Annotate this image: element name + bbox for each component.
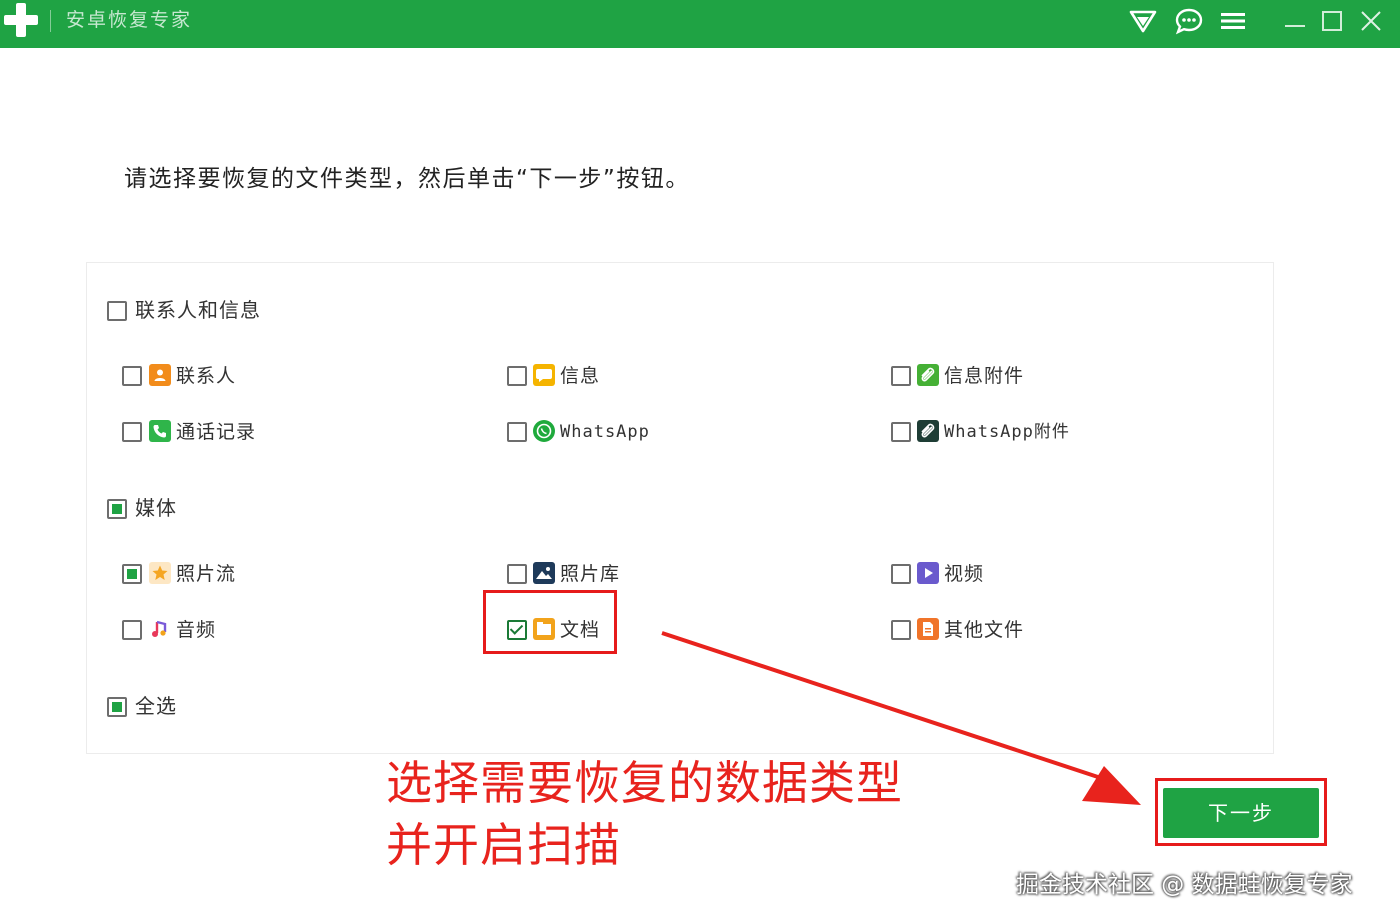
maximize-icon[interactable] <box>1317 6 1347 36</box>
audio-checkbox[interactable] <box>122 620 142 640</box>
other-files-label: 其他文件 <box>944 619 1025 641</box>
other-files-checkbox[interactable] <box>891 620 911 640</box>
file-type-panel <box>86 262 1274 754</box>
gallery-label: 照片库 <box>560 563 621 585</box>
attachment-icon <box>917 364 939 386</box>
message-attachments-label: 信息附件 <box>944 365 1025 387</box>
gallery-checkbox[interactable] <box>507 564 527 584</box>
phone-icon <box>149 420 171 442</box>
next-step-button[interactable]: 下一步 <box>1163 788 1319 838</box>
group-contacts-messages-label: 联系人和信息 <box>135 298 261 322</box>
chat-icon[interactable] <box>1174 6 1204 36</box>
audio-icon <box>149 618 171 640</box>
contact-icon <box>149 364 171 386</box>
contacts-checkbox[interactable] <box>122 366 142 386</box>
whatsapp-attachment-icon <box>917 420 939 442</box>
photostream-label: 照片流 <box>176 563 237 585</box>
menu-icon[interactable] <box>1218 6 1248 36</box>
annotation-line-1: 选择需要恢复的数据类型 <box>386 756 903 810</box>
select-all-label: 全选 <box>135 694 177 718</box>
whatsapp-attachments-label: WhatsApp附件 <box>944 422 1070 442</box>
title-separator <box>50 10 51 32</box>
whatsapp-icon <box>533 420 555 442</box>
close-icon[interactable] <box>1356 6 1386 36</box>
file-icon <box>917 618 939 640</box>
photostream-icon <box>149 562 171 584</box>
whatsapp-checkbox[interactable] <box>507 422 527 442</box>
message-icon <box>533 364 555 386</box>
message-attachments-checkbox[interactable] <box>891 366 911 386</box>
documents-highlight-box <box>483 590 617 654</box>
gallery-icon <box>533 562 555 584</box>
watermark-text: 掘金技术社区 @ 数据蛙恢复专家 <box>1016 872 1353 898</box>
app-title: 安卓恢复专家 <box>66 9 193 31</box>
contacts-label: 联系人 <box>176 365 237 387</box>
annotation-text: 选择需要恢复的数据类型 并开启扫描 <box>386 752 903 876</box>
group-media-checkbox[interactable] <box>107 499 127 519</box>
call-log-label: 通话记录 <box>176 421 257 443</box>
audio-label: 音频 <box>176 619 217 641</box>
messages-label: 信息 <box>560 365 601 387</box>
app-logo-icon <box>4 3 38 37</box>
whatsapp-label: WhatsApp <box>560 422 650 442</box>
video-label: 视频 <box>944 563 985 585</box>
group-contacts-messages-checkbox[interactable] <box>107 301 127 321</box>
shield-icon[interactable] <box>1128 6 1158 36</box>
whatsapp-attachments-checkbox[interactable] <box>891 422 911 442</box>
messages-checkbox[interactable] <box>507 366 527 386</box>
call-log-checkbox[interactable] <box>122 422 142 442</box>
group-media-label: 媒体 <box>135 496 177 520</box>
title-bar: 安卓恢复专家 <box>0 0 1400 48</box>
video-checkbox[interactable] <box>891 564 911 584</box>
select-all-checkbox[interactable] <box>107 697 127 717</box>
instruction-text: 请选择要恢复的文件类型，然后单击“下一步”按钮。 <box>124 166 690 192</box>
annotation-line-2: 并开启扫描 <box>386 818 621 872</box>
photostream-checkbox[interactable] <box>122 564 142 584</box>
minimize-icon[interactable] <box>1280 6 1310 36</box>
video-icon <box>917 562 939 584</box>
